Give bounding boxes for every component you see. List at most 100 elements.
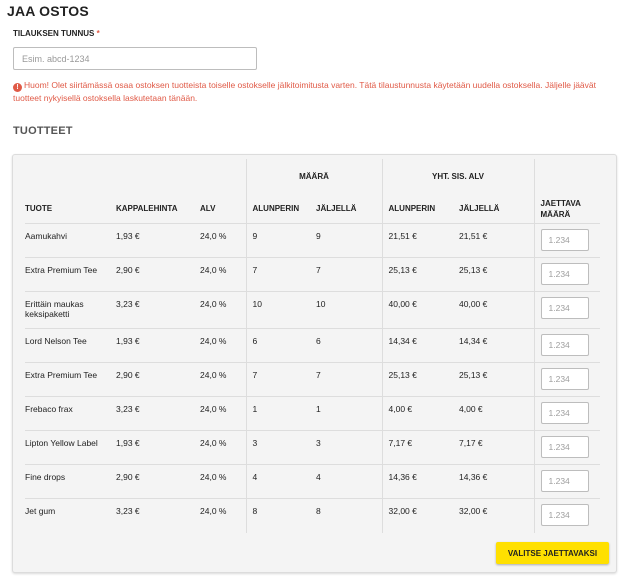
cell-kappalehinta: 1,93 € [116, 438, 140, 448]
col-tuote: TUOTE [25, 204, 53, 213]
order-id-label-text: TILAUKSEN TUNNUS [13, 29, 95, 38]
cell-yht-alunperin: 14,36 € [381, 464, 459, 499]
page-title: JAA OSTOS [7, 3, 89, 19]
cell-tuote: Lipton Yellow Label [25, 438, 98, 448]
split-quantity-input[interactable] [540, 263, 589, 285]
col-yht-jaljella: JÄLJELLÄ [459, 204, 500, 213]
split-quantity-input[interactable] [540, 297, 589, 319]
cell-kappalehinta: 3,23 € [116, 299, 140, 309]
col-jaettava-line2: MÄÄRÄ [540, 210, 571, 219]
warning-text: Huom! Olet siirtämässä osaa ostoksen tuo… [13, 80, 597, 103]
cell-alv: 24,0 % [200, 472, 227, 482]
cell-yht-jaljella: 25,13 € [459, 265, 488, 275]
cell-jaljella: 9 [316, 231, 321, 241]
cell-kappalehinta: 1,93 € [116, 231, 140, 241]
cell-yht-alunperin: 25,13 € [381, 257, 459, 292]
table-row: Fine drops 2,90 € 24,0 % 4 4 14,36 €14,36 € [25, 464, 600, 499]
cell-alunperin: 3 [245, 430, 316, 465]
split-quantity-input[interactable] [540, 504, 589, 526]
cell-tuote: Lord Nelson Tee [25, 336, 87, 346]
cell-jaljella: 10 [316, 299, 326, 309]
cell-yht-alunperin: 32,00 € [381, 498, 459, 533]
cell-jaettava [533, 223, 600, 258]
cell-alv: 24,0 % [200, 404, 227, 414]
table-row: Extra Premium Tee 2,90 € 24,0 % 7 7 25,13 €25… [25, 257, 600, 292]
cell-yht-jaljella: 14,36 € [459, 472, 488, 482]
required-mark: * [96, 29, 100, 38]
cell-kappalehinta: 1,93 € [116, 336, 140, 346]
products-card: MÄÄRÄ YHT. SIS. ALV TUOTE KAPPALEHINTA A… [12, 154, 617, 573]
cell-alv: 24,0 % [200, 265, 227, 275]
cell-tuote: Frebaco frax [25, 404, 73, 414]
cell-yht-alunperin: 21,51 € [381, 223, 459, 258]
split-quantity-input[interactable] [540, 229, 589, 251]
table-row: Erittäin maukas keksipaketti 3,23 € 24,0 %… [25, 291, 600, 329]
cell-jaljella: 1 [316, 404, 321, 414]
cell-alv: 24,0 % [200, 336, 227, 346]
cell-tuote: Jet gum [25, 506, 56, 516]
split-quantity-input[interactable] [540, 436, 589, 458]
warning-message: ! Huom! Olet siirtämässä osaa ostoksen tu… [13, 79, 613, 105]
cell-alv: 24,0 % [200, 370, 227, 380]
cell-jaljella: 6 [316, 336, 321, 346]
cell-kappalehinta: 2,90 € [116, 265, 140, 275]
products-section-title: TUOTTEET [13, 125, 73, 137]
cell-tuote: Erittäin maukas keksipaketti [25, 299, 84, 319]
split-quantity-input[interactable] [540, 368, 589, 390]
col-jaljella: JÄLJELLÄ [316, 204, 357, 213]
cell-alunperin: 4 [245, 464, 316, 499]
cell-alv: 24,0 % [200, 438, 227, 448]
select-split-button[interactable]: VALITSE JAETTAVAKSI [496, 542, 609, 564]
cell-yht-jaljella: 14,34 € [459, 336, 488, 346]
cell-alv: 24,0 % [200, 299, 227, 309]
order-id-label: TILAUKSEN TUNNUS * [13, 29, 100, 38]
table-header: TUOTE KAPPALEHINTA ALV ALUNPERIN JÄLJELL… [25, 194, 600, 224]
cell-kappalehinta: 3,23 € [116, 506, 140, 516]
cell-alunperin: 9 [245, 223, 316, 258]
cell-alv: 24,0 % [200, 506, 227, 516]
cell-yht-jaljella: 32,00 € [459, 506, 488, 516]
cell-alunperin: 7 [245, 257, 316, 292]
col-kappalehinta: KAPPALEHINTA [116, 204, 178, 213]
group-header-yht: YHT. SIS. ALV [381, 159, 534, 194]
table-row: Aamukahvi 1,93 € 24,0 % 9 9 21,51 €21,51 € [25, 223, 600, 258]
table-row: Lord Nelson Tee 1,93 € 24,0 % 6 6 14,34 €14,3… [25, 328, 600, 363]
table-row: Jet gum 3,23 € 24,0 % 8 8 32,00 €32,00 € [25, 498, 600, 533]
cell-alunperin: 1 [245, 396, 316, 431]
cell-yht-alunperin: 40,00 € [381, 291, 459, 329]
cell-jaettava [533, 257, 600, 292]
cell-kappalehinta: 3,23 € [116, 404, 140, 414]
cell-jaettava [533, 396, 600, 431]
cell-yht-jaljella: 40,00 € [459, 299, 488, 309]
order-id-input[interactable] [13, 47, 257, 70]
cell-jaljella: 7 [316, 265, 321, 275]
products-table: MÄÄRÄ YHT. SIS. ALV TUOTE KAPPALEHINTA A… [25, 159, 600, 533]
cell-alunperin: 7 [245, 362, 316, 397]
cell-jaljella: 8 [316, 506, 321, 516]
split-quantity-input[interactable] [540, 334, 589, 356]
cell-alunperin: 6 [245, 328, 316, 363]
cell-tuote: Extra Premium Tee [25, 265, 98, 275]
cell-tuote: Fine drops [25, 472, 66, 482]
exclamation-icon: ! [13, 83, 22, 92]
table-row: Lipton Yellow Label 1,93 € 24,0 % 3 3 7,17 €7… [25, 430, 600, 465]
cell-jaljella: 3 [316, 438, 321, 448]
cell-alunperin: 8 [245, 498, 316, 533]
cell-yht-alunperin: 25,13 € [381, 362, 459, 397]
table-group-header: MÄÄRÄ YHT. SIS. ALV [25, 159, 600, 194]
cell-jaettava [533, 291, 600, 329]
split-quantity-input[interactable] [540, 470, 589, 492]
cell-tuote: Extra Premium Tee [25, 370, 98, 380]
col-alv: ALV [200, 204, 216, 213]
split-quantity-input[interactable] [540, 402, 589, 424]
cell-jaettava [533, 362, 600, 397]
cell-yht-jaljella: 21,51 € [459, 231, 488, 241]
cell-tuote: Aamukahvi [25, 231, 68, 241]
cell-yht-jaljella: 7,17 € [459, 438, 483, 448]
table-row: Extra Premium Tee 2,90 € 24,0 % 7 7 25,13 €25… [25, 362, 600, 397]
cell-alv: 24,0 % [200, 231, 227, 241]
table-row: Frebaco frax 3,23 € 24,0 % 1 1 4,00 €4,00 € [25, 396, 600, 431]
cell-jaettava [533, 328, 600, 363]
cell-yht-alunperin: 7,17 € [381, 430, 459, 465]
col-jaettava-line1: JAETTAVA [540, 199, 581, 208]
